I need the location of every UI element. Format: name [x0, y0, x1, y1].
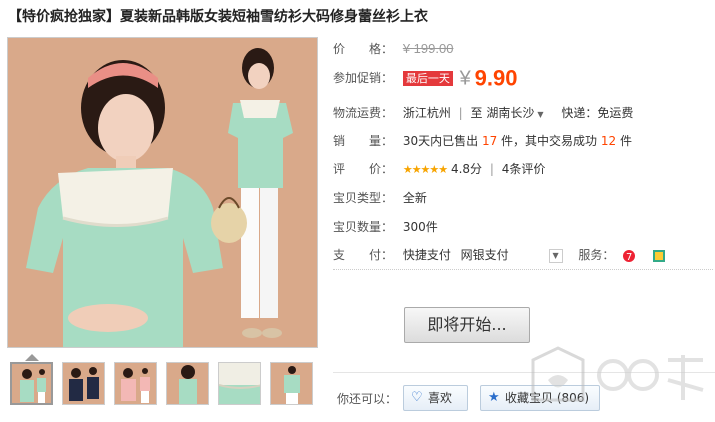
thumbnail-6[interactable] — [270, 362, 313, 405]
chevron-down-icon[interactable]: ▼ — [548, 248, 563, 263]
shipping-row: 物流运费： 浙江杭州 | 至 湖南长沙 ▼ 快递：免运费 — [333, 103, 633, 123]
thumbnail-1[interactable] — [10, 362, 53, 405]
promo-price: 9.90 — [474, 65, 518, 91]
payment-quick: 快捷支付 — [402, 248, 451, 262]
rating-stars-icon: ★★★★★ — [402, 163, 448, 176]
sales-text-3: 件 — [620, 134, 633, 148]
thumbnail-3[interactable] — [114, 362, 157, 405]
product-main-image[interactable] — [7, 37, 318, 348]
svg-text:7: 7 — [626, 252, 632, 263]
seven-day-return-icon[interactable]: 7 — [622, 249, 636, 263]
sales-text-2: 件，其中交易成功 — [501, 134, 598, 148]
shipping-to-prefix: 至 — [470, 106, 483, 120]
guarantee-icon[interactable] — [652, 249, 666, 263]
rating-separator: | — [489, 162, 494, 176]
thumbnail-2[interactable] — [62, 362, 105, 405]
success-count: 12 — [600, 134, 617, 148]
type-row: 宝贝类型： 全新 — [333, 188, 427, 208]
thumbnail-5[interactable] — [218, 362, 261, 405]
rating-label: 评 价： — [333, 162, 394, 176]
currency-symbol: ¥ — [459, 67, 471, 90]
buy-coming-soon-button[interactable]: 即将开始... — [404, 307, 530, 343]
sold-count: 17 — [481, 134, 498, 148]
promo-row: 参加促销： 最后一天 ¥ 9.90 — [333, 65, 517, 91]
rating-score: 4.8分 — [450, 162, 483, 176]
shipping-label: 物流运费： — [333, 106, 394, 120]
divider — [333, 269, 713, 270]
payment-row: 支 付： 快捷支付 网银支付 ▼ 服务： 7 — [333, 245, 666, 265]
actions-label: 你还可以： — [337, 392, 398, 406]
service-label: 服务： — [578, 248, 615, 262]
star-icon: ★ — [488, 390, 500, 405]
reviews-link[interactable]: 4条评价 — [502, 162, 546, 176]
quantity-label: 宝贝数量： — [333, 220, 394, 234]
thumbnail-4[interactable] — [166, 362, 209, 405]
chevron-down-icon: ▼ — [537, 110, 544, 119]
type-label: 宝贝类型： — [333, 191, 394, 205]
quantity-row: 宝贝数量： 300件 — [333, 217, 438, 237]
payment-label: 支 付： — [333, 248, 394, 262]
quantity-value: 300件 — [402, 220, 438, 234]
payment-bank: 网银支付 — [460, 248, 509, 262]
price-label: 价 格： — [333, 42, 394, 56]
express-fee: 快递：免运费 — [561, 106, 634, 120]
like-button[interactable]: ♡ 喜欢 — [403, 385, 468, 411]
shipping-destination-select[interactable]: 湖南长沙 ▼ — [486, 106, 543, 120]
sales-row: 销 量： 30天内已售出 17 件，其中交易成功 12 件 — [333, 131, 632, 151]
sales-text-1: 30天内已售出 — [402, 134, 479, 148]
active-thumb-indicator — [25, 354, 39, 361]
sales-label: 销 量： — [333, 134, 394, 148]
heart-icon: ♡ — [411, 390, 423, 405]
promo-badge: 最后一天 — [402, 71, 453, 86]
type-value: 全新 — [402, 191, 427, 205]
promo-label: 参加促销： — [333, 71, 394, 85]
price-row: 价 格： ¥ 199.00 — [333, 39, 453, 59]
shipping-from: 浙江杭州 — [402, 106, 451, 120]
site-watermark-logo — [531, 346, 704, 402]
product-title: 【特价疯抢独家】夏装新品韩版女装短袖雪纺衫大码修身蕾丝衫上衣 — [8, 9, 428, 25]
thumbnail-strip — [7, 354, 318, 410]
shipping-separator: | — [458, 106, 463, 120]
rating-row: 评 价： ★★★★★ 4.8分 | 4条评价 — [333, 159, 545, 179]
shipping-destination: 湖南长沙 — [486, 106, 535, 120]
original-price: ¥ 199.00 — [402, 41, 454, 56]
like-label: 喜欢 — [428, 391, 453, 405]
